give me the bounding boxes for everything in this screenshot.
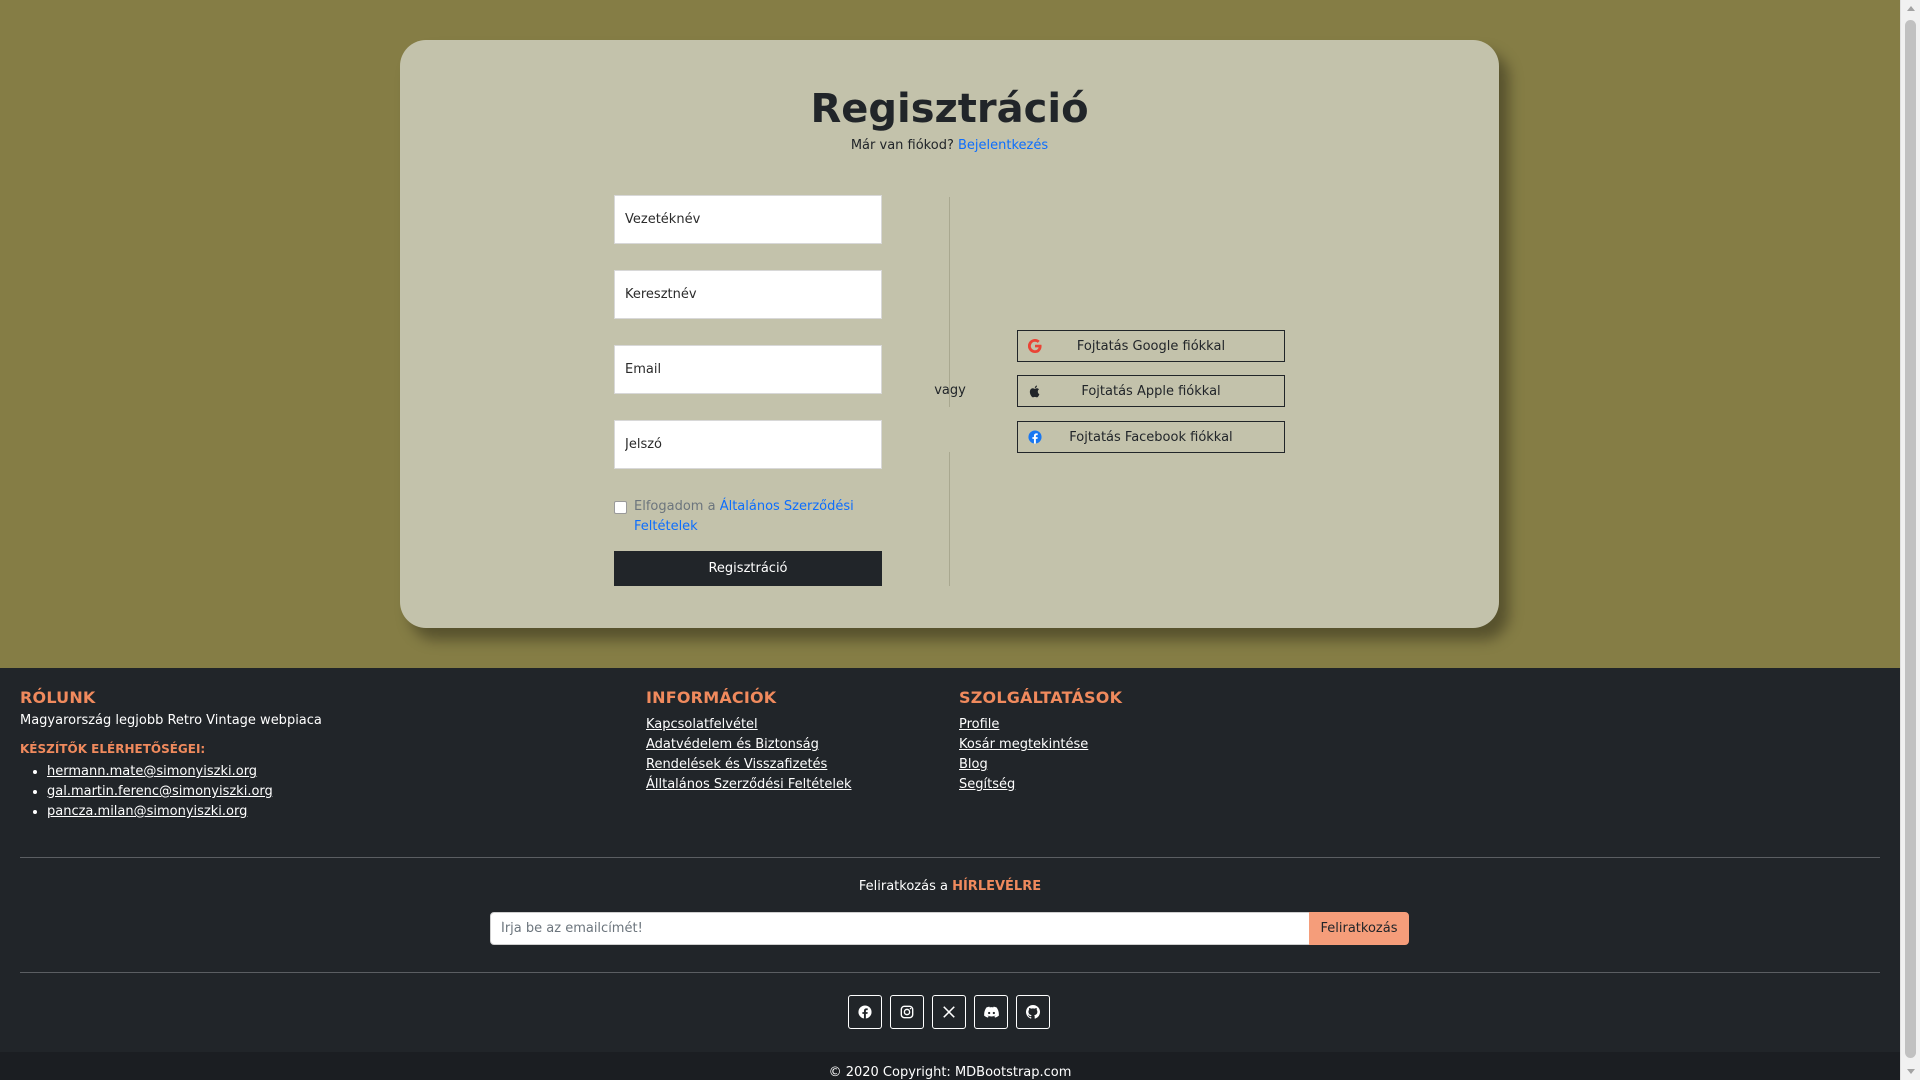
scroll-up-icon[interactable]	[1907, 6, 1915, 11]
contact-item: gal.martin.ferenc@simonyiszki.org	[47, 782, 322, 802]
apple-icon	[1029, 385, 1040, 398]
info-link-orders[interactable]: Rendelések és Visszafizetés	[646, 755, 852, 775]
footer-info: INFORMÁCIÓK Kapcsolatfelvétel Adatvédele…	[646, 688, 852, 795]
info-links: Kapcsolatfelvétel Adatvédelem és Biztons…	[646, 715, 852, 795]
firstname-input[interactable]	[614, 270, 882, 319]
instagram-icon	[900, 1005, 914, 1019]
footer-divider	[20, 857, 1880, 858]
info-title: INFORMÁCIÓK	[646, 688, 777, 707]
services-link-help[interactable]: Segítség	[959, 775, 1122, 795]
apple-signin-button[interactable]: Fojtatás Apple fiókkal	[1017, 375, 1285, 407]
info-link-contact[interactable]: Kapcsolatfelvétel	[646, 715, 852, 735]
email-input[interactable]	[614, 345, 882, 394]
google-signin-label: Fojtatás Google fiókkal	[1076, 338, 1226, 354]
register-button[interactable]: Regisztráció	[614, 551, 882, 586]
vertical-divider-bottom	[949, 452, 950, 586]
about-text: Magyarország legjobb Retro Vintage webpi…	[20, 713, 322, 728]
facebook-signin-button[interactable]: Fojtatás Facebook fiókkal	[1017, 421, 1285, 453]
services-link-cart[interactable]: Kosár megtekintése	[959, 735, 1122, 755]
footer: RÓLUNK Magyarország legjobb Retro Vintag…	[0, 668, 1900, 1080]
facebook-signin-label: Fojtatás Facebook fiókkal	[1069, 429, 1233, 445]
info-link-terms[interactable]: Álltalános Szerződési Feltételek	[646, 775, 852, 795]
apple-signin-label: Fojtatás Apple fiókkal	[1081, 383, 1221, 399]
registration-card: Regisztráció Már van fiókod? Bejelentkez…	[400, 40, 1499, 628]
newsletter-subscribe-button[interactable]: Feliratkozás	[1309, 912, 1409, 945]
newsletter-prefix: Feliratkozás a	[858, 879, 948, 894]
page-title: Regisztráció	[810, 86, 1089, 132]
contact-item: hermann.mate@simonyiszki.org	[47, 762, 322, 782]
terms-prefix: Elfogadom a	[634, 499, 716, 514]
x-icon	[943, 1006, 955, 1018]
newsletter-title: Feliratkozás a HÍRLEVÉLRE	[0, 879, 1900, 894]
or-label: vagy	[934, 383, 966, 398]
contact-email-link[interactable]: hermann.mate@simonyiszki.org	[47, 764, 257, 779]
newsletter-email-input[interactable]	[490, 912, 1310, 945]
services-title: SZOLGÁLTATÁSOK	[959, 688, 1123, 707]
x-link[interactable]	[932, 995, 966, 1029]
contacts-title: KÉSZÍTŐK ELÉRHETŐSÉGEI:	[20, 742, 206, 756]
services-link-profile[interactable]: Profile	[959, 715, 1122, 735]
google-signin-button[interactable]: Fojtatás Google fiókkal	[1017, 330, 1285, 362]
footer-services: SZOLGÁLTATÁSOK Profile Kosár megtekintés…	[959, 688, 1122, 795]
contact-item: pancza.milan@simonyiszki.org	[47, 802, 322, 822]
lastname-input[interactable]	[614, 195, 882, 244]
password-input[interactable]	[614, 420, 882, 469]
terms-checkbox[interactable]	[614, 501, 627, 514]
newsletter-highlight: HÍRLEVÉLRE	[952, 879, 1042, 894]
vertical-divider-top	[949, 197, 950, 407]
about-title: RÓLUNK	[20, 688, 96, 707]
info-link-privacy[interactable]: Adatvédelem és Biztonság	[646, 735, 852, 755]
social-icons	[848, 995, 1050, 1029]
scroll-down-icon[interactable]	[1907, 1069, 1915, 1074]
have-account-text: Már van fiókod?	[850, 138, 954, 153]
terms-row: Elfogadom a Általános Szerződési Feltéte…	[614, 497, 882, 537]
services-link-blog[interactable]: Blog	[959, 755, 1122, 775]
discord-icon	[983, 1006, 999, 1018]
contacts-list: hermann.mate@simonyiszki.org gal.martin.…	[20, 762, 322, 822]
login-prompt: Már van fiókod? Bejelentkezés	[400, 138, 1499, 153]
services-links: Profile Kosár megtekintése Blog Segítség	[959, 715, 1122, 795]
facebook-icon	[1028, 430, 1042, 444]
scrollbar[interactable]	[1900, 0, 1920, 1080]
footer-divider	[20, 972, 1880, 973]
copyright: © 2020 Copyright: MDBootstrap.com	[0, 1052, 1900, 1080]
terms-label: Elfogadom a Általános Szerződési Feltéte…	[614, 497, 882, 537]
discord-link[interactable]	[974, 995, 1008, 1029]
google-icon	[1028, 339, 1042, 353]
contact-email-link[interactable]: pancza.milan@simonyiszki.org	[47, 804, 247, 819]
footer-about: RÓLUNK Magyarország legjobb Retro Vintag…	[20, 688, 322, 822]
facebook-link[interactable]	[848, 995, 882, 1029]
contact-email-link[interactable]: gal.martin.ferenc@simonyiszki.org	[47, 784, 273, 799]
scrollbar-thumb[interactable]	[1905, 20, 1916, 1058]
instagram-link[interactable]	[890, 995, 924, 1029]
page: Regisztráció Már van fiókod? Bejelentkez…	[0, 0, 1900, 1080]
login-link[interactable]: Bejelentkezés	[958, 138, 1048, 153]
github-icon	[1026, 1005, 1040, 1019]
facebook-icon	[858, 1005, 872, 1019]
github-link[interactable]	[1016, 995, 1050, 1029]
